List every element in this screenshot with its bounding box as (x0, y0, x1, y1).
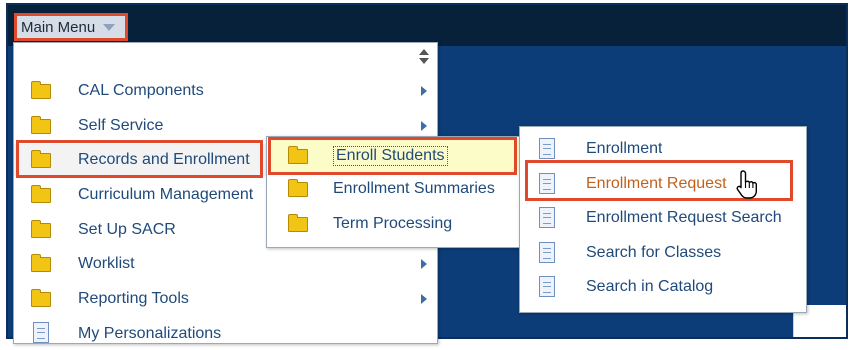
folder-icon (31, 288, 51, 307)
menu-item-label: Enrollment Request Search (586, 209, 782, 226)
menu-item-label: Enrollment (586, 140, 663, 157)
document-icon (33, 322, 49, 343)
folder-icon (31, 253, 51, 272)
menu-item-label: CAL Components (78, 82, 204, 99)
menu-item-enrollment-request-search[interactable]: Enrollment Request Search (520, 202, 806, 234)
document-icon (539, 242, 555, 263)
folder-icon (31, 80, 51, 99)
menu-item-label: Set Up SACR (78, 221, 176, 238)
menu-item-label: Term Processing (333, 215, 453, 232)
menu-item-label: Enrollment Request (586, 175, 727, 192)
scroll-updown-icon[interactable] (419, 49, 429, 65)
menu-item-enrollment-summaries[interactable]: Enrollment Summaries (267, 173, 522, 205)
folder-icon (31, 149, 51, 168)
document-icon (539, 207, 555, 228)
folder-icon (288, 145, 308, 164)
document-icon (539, 138, 555, 159)
chevron-right-icon (421, 86, 427, 96)
hand-pointer-icon (736, 170, 757, 199)
menu-item-label: Reporting Tools (78, 290, 189, 307)
folder-icon (288, 178, 308, 197)
menu-item-my-personalizations[interactable]: My Personalizations (14, 318, 437, 350)
top-navigation-bar: Main Menu (8, 5, 846, 46)
chevron-right-icon (421, 259, 427, 269)
enroll-students-submenu: Enrollment Enrollment Request Enrollment… (519, 126, 807, 313)
menu-item-label: Self Service (78, 117, 164, 134)
document-icon (539, 276, 555, 297)
menu-item-search-for-classes[interactable]: Search for Classes (520, 237, 806, 269)
folder-icon (31, 184, 51, 203)
main-menu-button[interactable]: Main Menu (14, 13, 128, 41)
menu-item-enrollment[interactable]: Enrollment (520, 133, 806, 165)
menu-item-label: Search in Catalog (586, 278, 714, 295)
menu-item-label: Enroll Students (333, 146, 448, 166)
folder-icon (288, 213, 308, 232)
menu-item-enrollment-request[interactable]: Enrollment Request (520, 168, 806, 200)
menu-item-label: Worklist (78, 255, 135, 272)
chevron-right-icon (421, 121, 427, 131)
folder-icon (31, 115, 51, 134)
menu-item-term-processing[interactable]: Term Processing (267, 208, 522, 240)
caret-down-icon (103, 23, 116, 31)
menu-item-cal-components[interactable]: CAL Components (14, 75, 437, 107)
menu-item-label: My Personalizations (78, 325, 222, 342)
menu-item-reporting-tools[interactable]: Reporting Tools (14, 283, 437, 315)
chevron-right-icon (421, 294, 427, 304)
menu-item-search-in-catalog[interactable]: Search in Catalog (520, 271, 806, 303)
menu-item-worklist[interactable]: Worklist (14, 248, 437, 280)
records-enrollment-submenu: Enroll Students Enrollment Summaries Ter… (266, 136, 523, 248)
main-menu-label: Main Menu (21, 18, 96, 36)
menu-item-label: Enrollment Summaries (333, 180, 495, 197)
menu-item-enroll-students[interactable]: Enroll Students (270, 140, 519, 172)
document-icon (539, 173, 555, 194)
menu-item-label: Records and Enrollment (78, 151, 250, 168)
folder-icon (31, 219, 51, 238)
menu-item-label: Curriculum Management (78, 186, 254, 203)
menu-item-label: Search for Classes (586, 244, 722, 261)
